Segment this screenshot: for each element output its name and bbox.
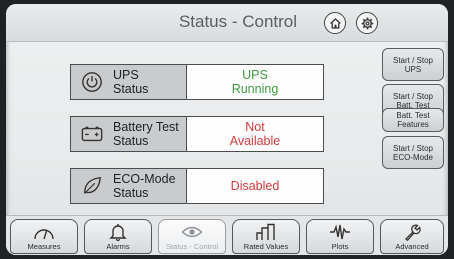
tab-plots[interactable]: Plots bbox=[306, 219, 374, 254]
tab-plots-label: Plots bbox=[331, 242, 349, 251]
ups-status-label-cell: UPS Status bbox=[71, 65, 187, 99]
wrench-icon bbox=[405, 224, 421, 241]
start-stop-eco-mode-button[interactable]: Start / Stop ECO-Mode bbox=[382, 136, 444, 169]
home-button[interactable] bbox=[324, 12, 346, 34]
eco-mode-label-cell: ECO-Mode Status bbox=[71, 169, 187, 203]
eye-icon bbox=[181, 226, 203, 238]
tab-rated-values-label: Rated Values bbox=[243, 242, 289, 251]
tab-measures-label: Measures bbox=[27, 242, 61, 251]
leaf-icon bbox=[83, 176, 102, 194]
start-stop-ups-button[interactable]: Start / Stop UPS bbox=[382, 48, 444, 81]
bottom-tab-bar: Measures Alarms Status - Control Rated V… bbox=[6, 215, 448, 255]
eco-mode-value: Disabled bbox=[230, 179, 280, 193]
tab-rated-values[interactable]: Rated Values bbox=[232, 219, 300, 254]
touch-screen: Status - Control UPS Status UPS Running … bbox=[6, 4, 448, 255]
tab-measures[interactable]: Measures bbox=[10, 219, 78, 254]
eco-mode-label: ECO-Mode Status bbox=[113, 172, 176, 200]
tab-status-control[interactable]: Status - Control bbox=[158, 219, 226, 254]
battery-test-status-row: Battery Test Status Not Available bbox=[70, 116, 324, 152]
page-title: Status - Control bbox=[178, 12, 298, 31]
battery-test-features-button[interactable]: Batt. Test Features bbox=[382, 108, 444, 132]
battery-test-label-cell: Battery Test Status bbox=[71, 117, 187, 151]
battery-icon bbox=[81, 126, 103, 142]
bars-icon bbox=[256, 223, 275, 240]
battery-test-value: Not Available bbox=[229, 120, 281, 148]
tab-alarms[interactable]: Alarms bbox=[84, 219, 152, 254]
bell-icon bbox=[109, 224, 127, 241]
home-icon bbox=[329, 17, 341, 29]
eco-mode-status-row: ECO-Mode Status Disabled bbox=[70, 168, 324, 204]
waveform-icon bbox=[330, 224, 350, 240]
tab-alarms-label: Alarms bbox=[106, 242, 130, 251]
tab-advanced[interactable]: Advanced bbox=[380, 219, 444, 254]
tab-advanced-label: Advanced bbox=[395, 242, 429, 251]
battery-test-label: Battery Test Status bbox=[113, 120, 179, 148]
gauge-icon bbox=[34, 229, 54, 240]
ups-status-row: UPS Status UPS Running bbox=[70, 64, 324, 100]
power-icon bbox=[82, 72, 102, 92]
ups-status-label: UPS Status bbox=[113, 68, 149, 96]
settings-button[interactable] bbox=[356, 12, 378, 34]
gear-icon bbox=[361, 17, 373, 29]
tab-status-control-label: Status - Control bbox=[165, 242, 219, 251]
header-bar: Status - Control bbox=[6, 4, 448, 42]
ups-status-value: UPS Running bbox=[231, 68, 279, 96]
